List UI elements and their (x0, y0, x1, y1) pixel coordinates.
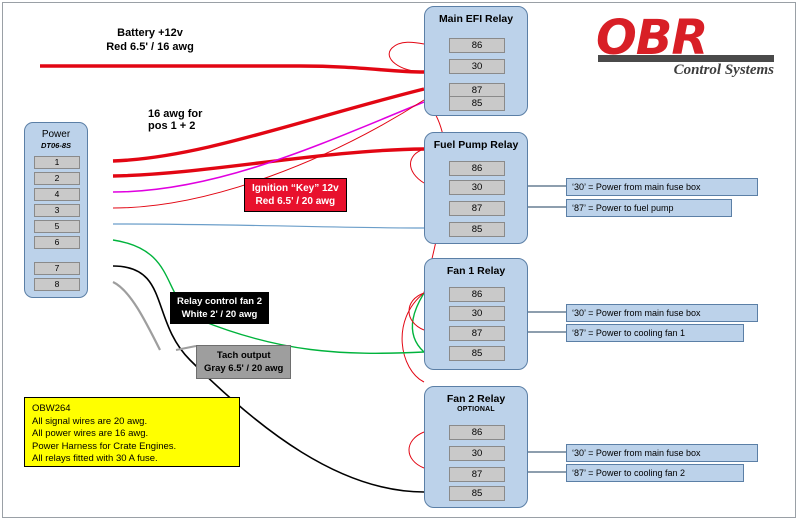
main-efi-pin-85[interactable]: 85 (449, 96, 505, 111)
fan-2-relay[interactable]: Fan 2 Relay OPTIONAL 86 30 87 85 (424, 386, 528, 508)
note-line-5: All relays fitted with 30 A fuse. (32, 453, 158, 465)
fan-1-relay-title: Fan 1 Relay (446, 265, 506, 277)
fuel-pump-pin-87[interactable]: 87 (449, 201, 505, 216)
fuel-pump-pin-30[interactable]: 30 (449, 180, 505, 195)
power-connector-title: Power (41, 129, 71, 140)
notes-box: OBW264 All signal wires are 20 awg. All … (24, 397, 240, 467)
note-line-4: Power Harness for Crate Engines. (32, 440, 177, 452)
logo-bar (598, 55, 774, 62)
fuel-pump-pin-86[interactable]: 86 (449, 161, 505, 176)
logo-tagline: Control Systems (673, 62, 774, 78)
fan-1-pin-30[interactable]: 30 (449, 306, 505, 321)
diagram-canvas: OBR Control Systems Battery +12v Red 6.5… (0, 0, 800, 522)
battery-label-line2: Red 6.5' / 16 awg (106, 41, 194, 53)
fuel-pump-relay-title: Fuel Pump Relay (433, 139, 519, 151)
note-line-1: OBW264 (32, 403, 71, 414)
sixteen-awg-line2: pos 1 + 2 (148, 120, 196, 132)
connector-pin-6[interactable]: 6 (34, 236, 80, 249)
callout-fuel-pump-87: ‘87’ = Power to fuel pump (566, 199, 732, 217)
callout-fan2-87: ‘87’ = Power to cooling fan 2 (566, 464, 744, 482)
callout-fuel-pump-30: ‘30’ = Power from main fuse box (566, 178, 758, 196)
connector-pin-7[interactable]: 7 (34, 262, 80, 275)
main-efi-pin-86[interactable]: 86 (449, 38, 505, 53)
fan-2-relay-title: Fan 2 Relay (446, 393, 506, 405)
note-line-3: All power wires are 16 awg. (32, 428, 149, 440)
connector-pin-2[interactable]: 2 (34, 172, 80, 185)
sixteen-awg-line1: 16 awg for (148, 108, 203, 120)
battery-label-line1: Battery +12v (117, 27, 183, 39)
callout-fan1-87: ‘87’ = Power to cooling fan 1 (566, 324, 744, 342)
fan-1-pin-87[interactable]: 87 (449, 326, 505, 341)
wire-battery-loop (388, 41, 425, 73)
tag-relay-control-fan-2: Relay control fan 2 White 2' / 20 awg (170, 292, 269, 324)
tag-relay-control-fan-2-line1: Relay control fan 2 (177, 296, 262, 307)
connector-pin-5[interactable]: 5 (34, 220, 80, 233)
wire-fan2-loop (408, 431, 425, 469)
fan-1-pin-86[interactable]: 86 (449, 287, 505, 302)
fan-2-pin-30[interactable]: 30 (449, 446, 505, 461)
fan-1-relay[interactable]: Fan 1 Relay 86 30 87 85 (424, 258, 528, 370)
wire-pin8-gray (112, 281, 161, 351)
wire-fan1-loop (408, 292, 425, 331)
tag-relay-control-fan-2-line2: White 2' / 20 awg (181, 309, 258, 320)
connector-pin-1[interactable]: 1 (34, 156, 80, 169)
wire-pin6-green2 (411, 292, 425, 353)
power-connector-subtitle: DT06-8S (40, 141, 71, 150)
power-connector[interactable]: Power DT06-8S 1 2 4 3 5 6 7 8 (24, 122, 88, 298)
wire-pin3-red-down2 (401, 292, 425, 383)
fan-2-pin-86[interactable]: 86 (449, 425, 505, 440)
fan-2-relay-subtitle: OPTIONAL (457, 406, 495, 413)
fan-2-pin-85[interactable]: 85 (449, 486, 505, 501)
fuel-pump-relay[interactable]: Fuel Pump Relay 86 30 87 85 (424, 132, 528, 244)
wire-fuel-loop (410, 148, 425, 184)
fan-2-pin-87[interactable]: 87 (449, 467, 505, 482)
main-efi-relay[interactable]: Main EFI Relay 86 30 87 85 (424, 6, 528, 116)
note-line-2: All signal wires are 20 awg. (32, 415, 148, 427)
battery-label: Battery +12v Red 6.5' / 16 awg (50, 26, 250, 54)
connector-pin-4[interactable]: 4 (34, 188, 80, 201)
obr-logo: OBR Control Systems (596, 14, 778, 80)
sixteen-awg-label: 16 awg for pos 1 + 2 (148, 108, 202, 132)
tag-tach-output-line2: Gray 6.5' / 20 awg (204, 363, 284, 374)
tag-ignition-key-line1: Ignition “Key” 12v (252, 183, 339, 194)
callout-fan2-30: ‘30’ = Power from main fuse box (566, 444, 758, 462)
fuel-pump-pin-85[interactable]: 85 (449, 222, 505, 237)
tag-ignition-key-line2: Red 6.5' / 20 awg (255, 196, 336, 207)
main-efi-pin-30[interactable]: 30 (449, 59, 505, 74)
connector-pin-3[interactable]: 3 (34, 204, 80, 217)
tag-tach-output: Tach output Gray 6.5' / 20 awg (196, 345, 292, 379)
tag-ignition-key: Ignition “Key” 12v Red 6.5' / 20 awg (244, 178, 347, 212)
wire-pin5-blue (112, 223, 425, 229)
callout-fan1-30: ‘30’ = Power from main fuse box (566, 304, 758, 322)
connector-pin-8[interactable]: 8 (34, 278, 80, 291)
tag-tach-output-line1: Tach output (216, 350, 271, 361)
main-efi-relay-title: Main EFI Relay (438, 13, 514, 25)
fan-1-pin-85[interactable]: 85 (449, 346, 505, 361)
wire-battery-feed (40, 64, 425, 74)
